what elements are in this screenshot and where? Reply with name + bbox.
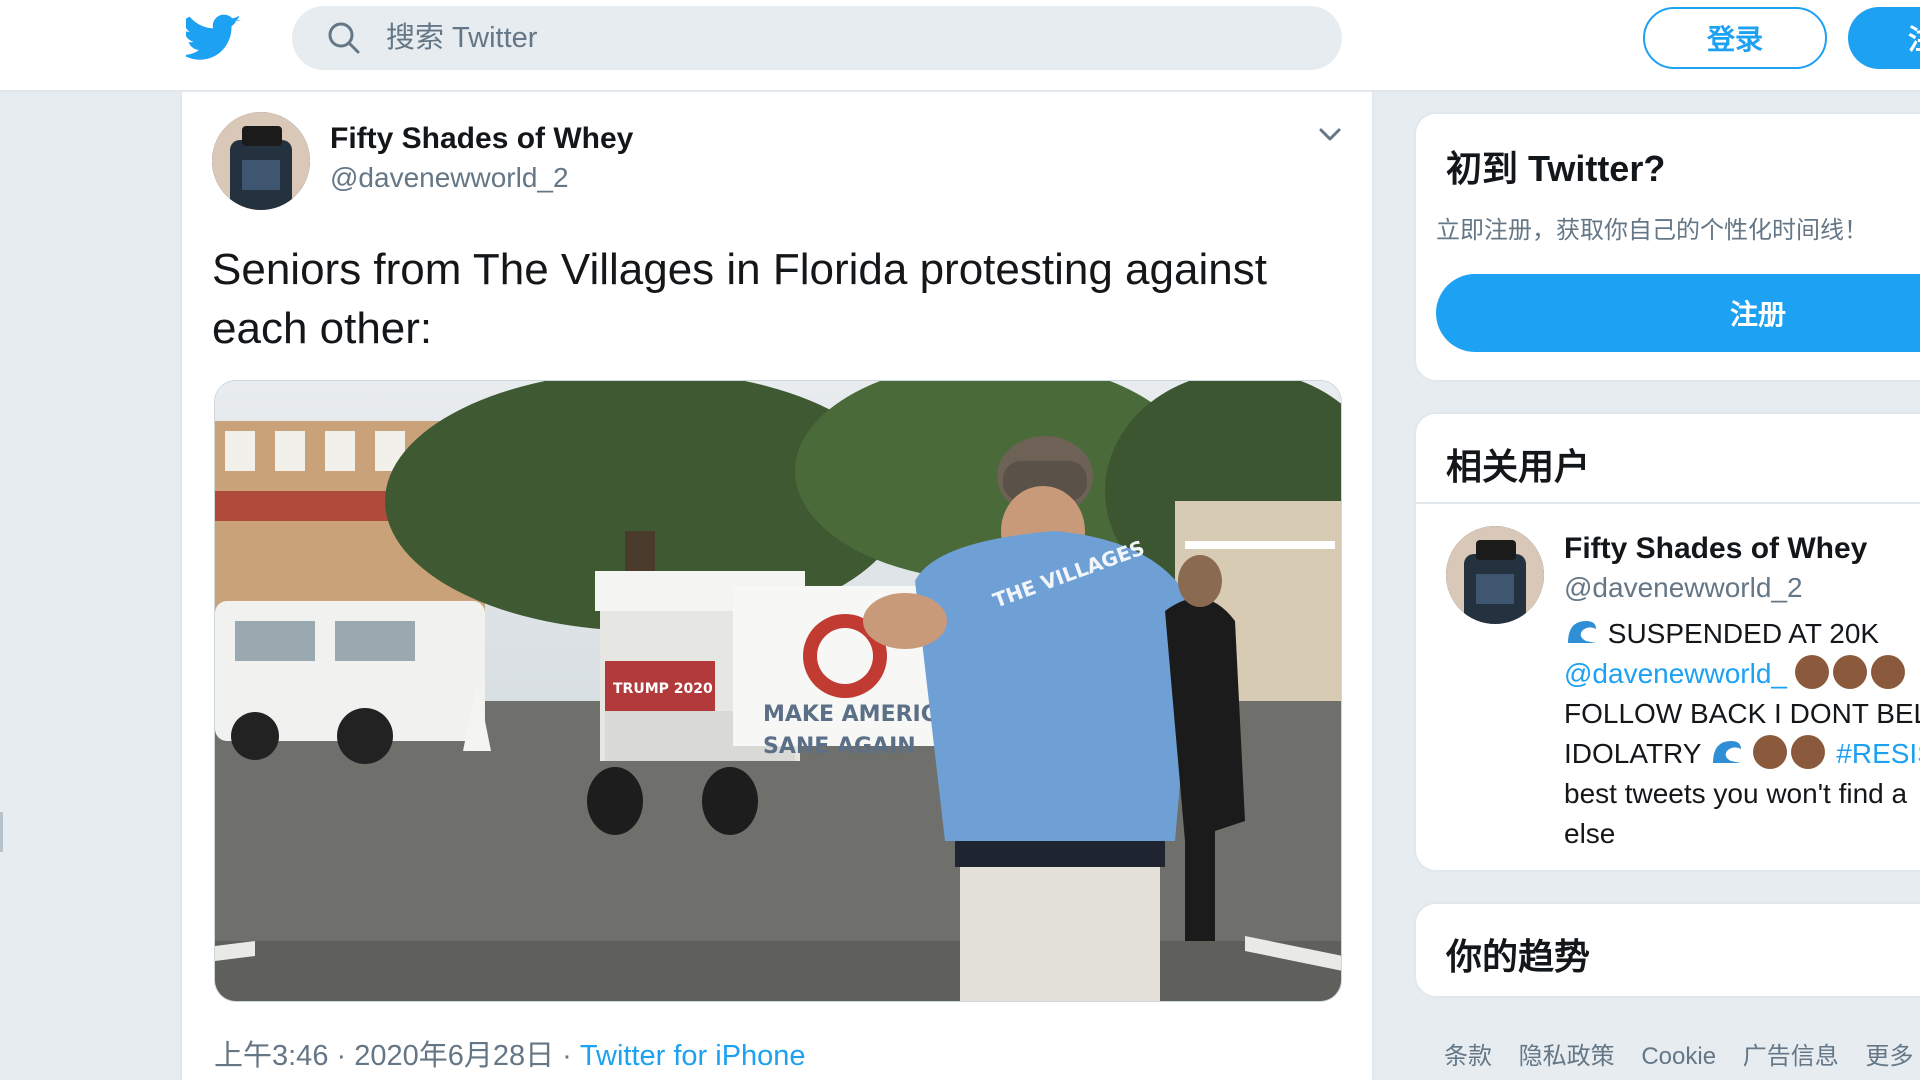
tweet-text: Seniors from The Villages in Florida pro… [212, 245, 1267, 353]
raised-fist-emoji-icon [1794, 655, 1829, 689]
author-name[interactable]: Fifty Shades of Whey [330, 122, 633, 156]
wave-emoji-icon [1568, 621, 1596, 643]
footer-links: 条款 隐私政策 Cookie 广告信息 更多 [1444, 1036, 1920, 1071]
author-avatar[interactable] [212, 112, 310, 210]
search-bar[interactable] [292, 6, 1342, 70]
bio-mention-link[interactable]: @davenewworld_ [1564, 658, 1787, 689]
bio-line: IDOLATRY #RESIS [1564, 734, 1920, 774]
related-user-bio: SUSPENDED AT 20K @davenewworld_ FOLLOW B… [1564, 614, 1920, 854]
bio-text: SUSPENDED AT 20K [1607, 618, 1880, 649]
footer-link-privacy[interactable]: 隐私政策 [1519, 1043, 1615, 1070]
footer-link-cookie[interactable]: Cookie [1641, 1043, 1716, 1070]
trends-card: 你的趋势 [1414, 902, 1920, 998]
login-button[interactable]: 登录 [1643, 7, 1827, 69]
related-user-handle[interactable]: @davenewworld_2 [1564, 572, 1803, 604]
bio-text: FOLLOW BACK I DONT BELI [1564, 698, 1920, 729]
new-to-twitter-card: 初到 Twitter? 立即注册，获取你自己的个性化时间线！ 注册 [1414, 112, 1920, 382]
related-user-avatar[interactable] [1446, 526, 1544, 624]
raised-fist-emoji-icon [1870, 655, 1905, 689]
search-icon [328, 22, 360, 54]
chevron-down-icon[interactable] [1316, 120, 1344, 148]
new-to-twitter-title: 初到 Twitter? [1446, 148, 1666, 189]
footer-link-ads-info[interactable]: 广告信息 [1743, 1043, 1839, 1070]
signup-button[interactable]: 注 [1848, 7, 1920, 69]
raised-fist-emoji-icon [1752, 735, 1787, 769]
bio-hashtag-link[interactable]: #RESIS [1836, 738, 1920, 769]
twitter-logo-icon[interactable] [186, 14, 242, 62]
avatar-image [1446, 526, 1544, 624]
footer-link-terms[interactable]: 条款 [1444, 1043, 1492, 1070]
scroll-edge-indicator [0, 812, 3, 852]
related-users-card: 相关用户 Fifty Shades of Whey @davenewworld_… [1414, 412, 1920, 872]
tweet-timestamp[interactable]: 上午3:46 · 2020年6月28日 · [214, 1040, 580, 1072]
author-handle[interactable]: @davenewworld_2 [330, 162, 569, 194]
avatar-image [212, 112, 310, 210]
trends-title: 你的趋势 [1446, 936, 1591, 977]
bio-line: SUSPENDED AT 20K [1564, 614, 1920, 654]
protest-sign-line2: SANE AGAIN [763, 734, 916, 759]
raised-fist-emoji-icon [1832, 655, 1867, 689]
bio-text: else [1564, 818, 1616, 849]
new-to-twitter-subtitle: 立即注册，获取你自己的个性化时间线！ [1436, 217, 1868, 244]
bio-line: @davenewworld_ [1564, 654, 1920, 694]
wave-emoji-icon [1712, 741, 1741, 763]
video-frame: TRUMP 2020 MAKE AMERICA SANE AGAIN THE V… [215, 381, 1341, 1001]
top-bar: 登录 注 [0, 0, 1920, 92]
tweet-source-link[interactable]: Twitter for iPhone [580, 1040, 806, 1072]
search-input[interactable] [386, 21, 1286, 55]
tweet-meta: 上午3:46 · 2020年6月28日 · Twitter for iPhone [214, 1032, 806, 1074]
cart-sign-text: TRUMP 2020 [613, 681, 713, 697]
footer-link-more[interactable]: 更多 [1865, 1043, 1913, 1070]
tweet-video[interactable]: TRUMP 2020 MAKE AMERICA SANE AGAIN THE V… [214, 380, 1342, 1002]
related-users-title: 相关用户 [1446, 446, 1591, 487]
bio-text: IDOLATRY [1564, 738, 1701, 769]
register-button[interactable]: 注册 [1436, 274, 1920, 352]
divider [1416, 502, 1920, 504]
raised-fist-emoji-icon [1790, 735, 1825, 769]
related-user-name[interactable]: Fifty Shades of Whey [1564, 532, 1867, 566]
bio-text: best tweets you won't find a [1564, 778, 1908, 809]
protest-sign-line1: MAKE AMERICA [763, 702, 954, 727]
tweet-detail: Fifty Shades of Whey @davenewworld_2 Sen… [180, 92, 1374, 1080]
